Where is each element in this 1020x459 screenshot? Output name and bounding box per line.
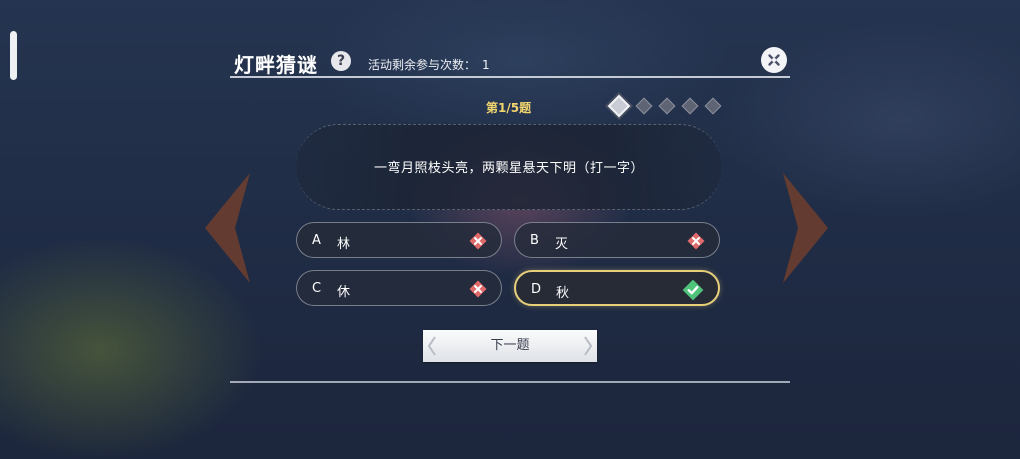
cross-icon <box>469 280 487 298</box>
option-b[interactable]: B 灭 <box>514 222 720 258</box>
option-letter: A <box>312 233 321 248</box>
page-title: 灯畔猜谜 <box>234 53 318 77</box>
option-letter: C <box>312 281 322 296</box>
option-text: 林 <box>337 237 351 252</box>
question-icon[interactable]: ? <box>331 51 351 71</box>
cross-icon <box>687 232 705 250</box>
progress-step <box>635 97 653 115</box>
option-letter: B <box>530 233 539 248</box>
next-question-label: 下一题 <box>490 338 530 353</box>
next-question-button[interactable]: 下一题 <box>423 330 597 362</box>
riddle-question: 一弯月照枝头亮，两颗星悬天下明（打一字） <box>373 161 644 176</box>
side-scroll-handle[interactable] <box>10 31 17 80</box>
remaining-label: 活动剩余参与次数： <box>368 58 477 72</box>
option-d[interactable]: D 秋 <box>514 270 720 306</box>
option-text: 灭 <box>555 237 569 252</box>
question-progress <box>607 94 730 118</box>
progress-step <box>658 97 676 115</box>
progress-step <box>681 97 699 115</box>
panel-header: 灯畔猜谜 ? 活动剩余参与次数： 1 <box>230 44 790 78</box>
question-number: 第1/5题 <box>486 101 532 115</box>
close-icon <box>768 54 780 66</box>
progress-step-current <box>607 94 631 118</box>
cross-icon <box>469 232 487 250</box>
option-letter: D <box>531 282 542 297</box>
progress-step <box>704 97 722 115</box>
option-text: 休 <box>337 285 351 300</box>
bottom-divider <box>230 381 790 383</box>
remaining-attempts: 活动剩余参与次数： 1 <box>368 56 490 73</box>
option-text: 秋 <box>556 286 570 301</box>
chevron-left-icon <box>427 336 436 356</box>
riddle-question-box: 一弯月照枝头亮，两颗星悬天下明（打一字） <box>296 124 722 210</box>
check-icon <box>682 279 704 301</box>
option-a[interactable]: A 林 <box>296 222 502 258</box>
remaining-count: 1 <box>482 58 490 72</box>
riddle-panel: 灯畔猜谜 ? 活动剩余参与次数： 1 第1/5题 一弯月照枝头亮，两颗星悬天下明（… <box>230 0 790 459</box>
chevron-right-icon <box>584 336 593 356</box>
option-c[interactable]: C 休 <box>296 270 502 306</box>
close-button[interactable] <box>761 47 787 73</box>
